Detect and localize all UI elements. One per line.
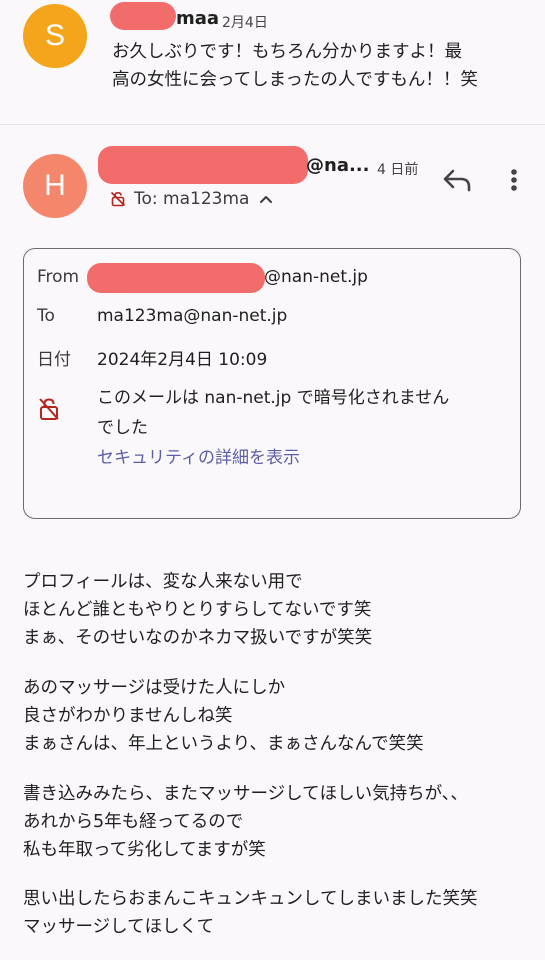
- body-line: あれから5年も経ってるので: [23, 812, 244, 832]
- unlocked-icon: [110, 191, 126, 207]
- body-line: プロフィールは、変な人来ない用で: [23, 572, 303, 592]
- encryption-notice: このメールは nan-net.jp で暗号化されません でした セキュリティの詳…: [97, 383, 449, 473]
- message-divider: [0, 124, 545, 125]
- body-paragraph: 書き込みみたら、またマッサージしてほしい気持ちが､､ あれから5年も経ってるので…: [23, 780, 460, 864]
- body-line: 思い出したらおまんこキュンキュンしてしまいました笑笑: [23, 889, 478, 909]
- preview-line: 高の女性に会ってしまったの人ですもん！！笑: [112, 70, 478, 90]
- date-label: 日付: [37, 350, 71, 370]
- message-time: 4 日前: [377, 162, 419, 178]
- preview-line: お久しぶりです！もちろん分かりますよ！最: [112, 42, 462, 62]
- body-line: あのマッサージは受けた人にしか: [23, 678, 286, 698]
- sender-name[interactable]: @na...: [306, 155, 369, 176]
- to-line: To: ma123ma: [134, 189, 250, 209]
- security-details-link[interactable]: セキュリティの詳細を表示: [97, 443, 449, 473]
- body-paragraph: あのマッサージは受けた人にしか 良さがわかりませんしね笑 まぁさんは、年上という…: [23, 674, 424, 758]
- to-label: To: [37, 306, 55, 326]
- avatar-letter: S: [44, 19, 65, 52]
- body-line: まぁさんは、年上というより、まぁさんなんで笑笑: [23, 734, 424, 754]
- encryption-line: でした: [97, 418, 148, 438]
- reply-icon[interactable]: [441, 166, 473, 194]
- date-value: 2024年2月4日 10:09: [97, 350, 268, 370]
- redacted-sender-name: [110, 2, 176, 30]
- from-value: @nan-net.jp: [264, 267, 368, 287]
- from-label: From: [37, 267, 80, 287]
- chevron-up-icon: [259, 194, 273, 204]
- avatar-letter: H: [44, 169, 66, 202]
- recipients-toggle[interactable]: To: ma123ma: [110, 186, 273, 212]
- to-value: ma123ma@nan-net.jp: [97, 306, 288, 326]
- body-paragraph: 思い出したらおまんこキュンキュンしてしまいました笑笑 マッサージしてほしくて: [23, 885, 477, 941]
- sender-name-prev: maa: [176, 8, 220, 29]
- body-line: 書き込みみたら、またマッサージしてほしい気持ちが､､: [23, 784, 460, 804]
- sender-avatar[interactable]: H: [23, 154, 87, 218]
- unlocked-icon: [38, 397, 60, 425]
- body-paragraph: プロフィールは、変な人来ない用で ほとんど誰ともやりとりすらしてないです笑 まぁ…: [23, 568, 372, 652]
- body-line: ほとんど誰ともやりとりすらしてないです笑: [23, 600, 372, 620]
- message-preview[interactable]: お久しぶりです！もちろん分かりますよ！最 高の女性に会ってしまったの人ですもん！…: [112, 38, 478, 94]
- encryption-line: このメールは nan-net.jp で暗号化されません: [97, 388, 450, 408]
- redacted-from-address: [87, 263, 265, 293]
- message-date-prev: 2月4日: [222, 15, 268, 31]
- sender-avatar-prev[interactable]: S: [23, 4, 87, 68]
- body-line: 良さがわかりませんしね笑: [23, 706, 233, 726]
- message-details-box: From @nan-net.jp To ma123ma@nan-net.jp 日…: [23, 248, 521, 519]
- body-line: まぁ、そのせいなのかネカマ扱いですが笑笑: [23, 628, 373, 648]
- body-line: 私も年取って劣化してますが笑: [23, 840, 266, 860]
- redacted-sender-name: [98, 146, 308, 184]
- more-vert-icon[interactable]: [508, 166, 520, 194]
- body-line: マッサージしてほしくて: [23, 917, 215, 937]
